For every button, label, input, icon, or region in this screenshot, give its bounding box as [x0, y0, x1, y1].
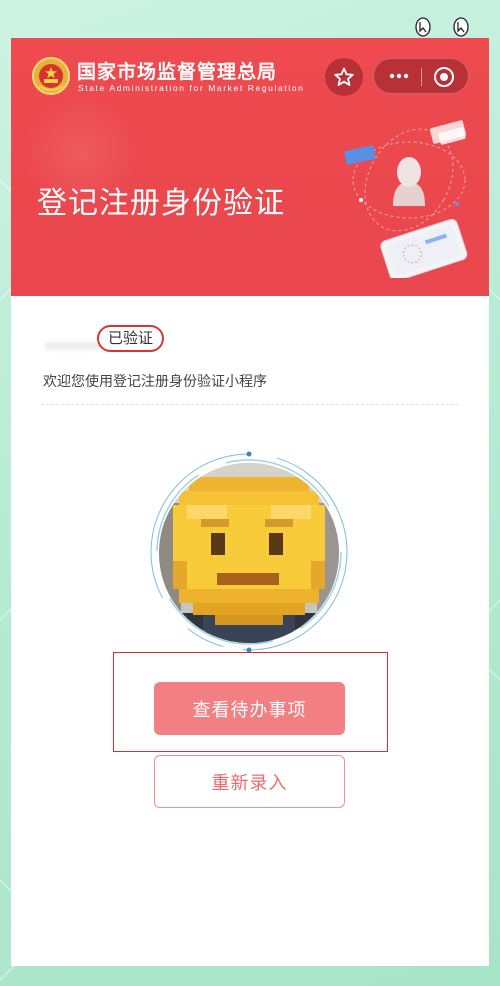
cursor-icon — [453, 17, 469, 37]
face-capture-frame — [147, 450, 351, 654]
page-title: 登记注册身份验证 — [37, 186, 285, 221]
cursor-icon — [415, 17, 431, 37]
more-dots-icon[interactable] — [388, 67, 410, 85]
welcome-text: 欢迎您使用登记注册身份验证小程序 — [43, 374, 267, 390]
miniprogram-capsule — [373, 58, 469, 94]
section-divider — [41, 404, 459, 405]
capsule-divider — [421, 68, 422, 86]
header-banner: 国家市场监督管理总局 State Administration for Mark… — [11, 38, 489, 296]
pixelated-face-photo — [159, 463, 339, 643]
agency-title: 国家市场监督管理总局 — [77, 61, 278, 83]
agency-subtitle: State Administration for Market Regulati… — [78, 83, 305, 93]
miniprogram-close-icon[interactable] — [433, 66, 455, 88]
user-name-masked — [45, 342, 99, 350]
star-outline-icon — [334, 67, 354, 86]
verified-badge: 已验证 — [97, 325, 165, 352]
re-enter-button[interactable]: 重新录入 — [154, 755, 345, 808]
view-pending-button[interactable]: 查看待办事项 — [154, 682, 345, 735]
face-photo — [159, 463, 339, 643]
national-emblem-icon — [32, 57, 70, 95]
face-scan-phone-illustration — [344, 120, 468, 278]
favorite-button[interactable] — [325, 58, 363, 96]
miniprogram-screen: 国家市场监督管理总局 State Administration for Mark… — [11, 38, 489, 966]
